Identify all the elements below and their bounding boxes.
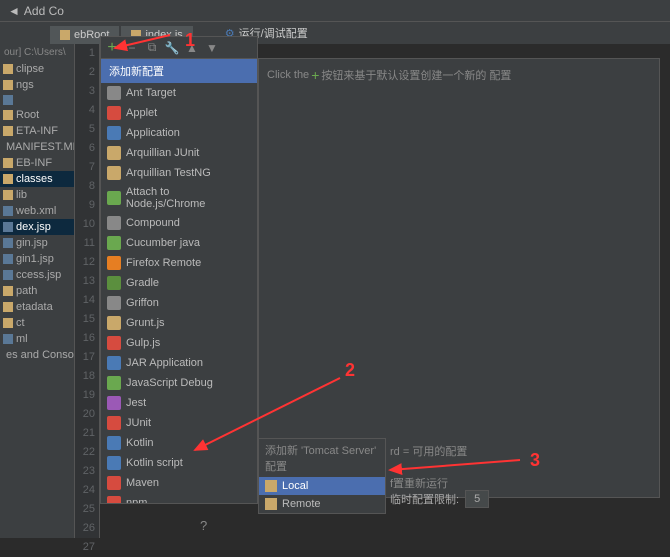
panel-toolbar: + − ⧉ 🔧 ▲ ▼ [101, 37, 257, 59]
config-item[interactable]: Maven [101, 473, 257, 493]
proj-item[interactable]: ml [0, 331, 74, 347]
panel-header: 添加新配置 [101, 59, 257, 83]
config-item[interactable]: Compound [101, 213, 257, 233]
wrench-icon[interactable]: 🔧 [165, 41, 179, 55]
config-item[interactable]: JAR Application [101, 353, 257, 373]
info-line-2: f置重新运行 [390, 475, 467, 491]
config-item[interactable]: Application [101, 123, 257, 143]
proj-item[interactable]: ETA-INF [0, 123, 74, 139]
tomcat-submenu: 添加新 'Tomcat Server' 配置 Local Remote [258, 438, 386, 514]
config-item[interactable]: Grunt.js [101, 313, 257, 333]
temp-config-limit: 临时配置限制: 5 [390, 490, 489, 508]
config-item[interactable]: JavaScript Debug [101, 373, 257, 393]
submenu-remote[interactable]: Remote [259, 495, 385, 513]
config-item[interactable]: Gradle [101, 273, 257, 293]
config-item[interactable]: npm [101, 493, 257, 503]
breadcrumb: our] C:\Users\ [0, 44, 74, 61]
config-item[interactable]: Attach to Node.js/Chrome [101, 183, 257, 213]
submenu-title: 添加新 'Tomcat Server' 配置 [259, 439, 385, 477]
proj-item[interactable] [0, 93, 74, 107]
config-item[interactable]: Firefox Remote [101, 253, 257, 273]
proj-item[interactable]: Root [0, 107, 74, 123]
limit-value[interactable]: 5 [465, 490, 489, 508]
down-icon[interactable]: ▼ [205, 41, 219, 55]
plus-icon: + [311, 67, 319, 83]
config-item[interactable]: Griffon [101, 293, 257, 313]
proj-item[interactable]: ct [0, 315, 74, 331]
config-item[interactable]: Jest [101, 393, 257, 413]
info-line-1: rd = 可用的配置 [390, 443, 467, 459]
config-item[interactable]: Applet [101, 103, 257, 123]
add-config-text[interactable]: Add Co [24, 4, 64, 18]
copy-icon[interactable]: ⧉ [145, 41, 159, 55]
proj-item[interactable]: path [0, 283, 74, 299]
project-sidebar: our] C:\Users\ clipsengs RootETA-INFMANIF… [0, 44, 75, 538]
config-item[interactable]: Ant Target [101, 83, 257, 103]
run-config-dropdown: + − ⧉ 🔧 ▲ ▼ 添加新配置 Ant TargetAppletApplic… [100, 36, 258, 504]
remove-icon[interactable]: − [125, 41, 139, 55]
submenu-local[interactable]: Local [259, 477, 385, 495]
proj-item[interactable]: etadata [0, 299, 74, 315]
proj-item[interactable]: web.xml [0, 203, 74, 219]
config-item[interactable]: JUnit [101, 413, 257, 433]
config-item[interactable]: Gulp.js [101, 333, 257, 353]
right-hint-panel: Click the + 按钮来基于默认设置创建一个新的 配置 [258, 58, 660, 498]
top-toolbar: ◄ Add Co [0, 0, 670, 22]
proj-item[interactable]: dex.jsp [0, 219, 74, 235]
up-icon[interactable]: ▲ [185, 41, 199, 55]
proj-item[interactable]: lib [0, 187, 74, 203]
proj-item[interactable]: MANIFEST.MF [0, 139, 74, 155]
config-item[interactable]: Kotlin [101, 433, 257, 453]
proj-item[interactable]: ccess.jsp [0, 267, 74, 283]
hint-text: Click the + 按钮来基于默认设置创建一个新的 配置 [267, 67, 651, 83]
proj-item[interactable]: gin.jsp [0, 235, 74, 251]
help-icon[interactable]: ? [200, 518, 207, 533]
proj-item[interactable]: EB-INF [0, 155, 74, 171]
config-list: Ant TargetAppletApplicationArquillian JU… [101, 83, 257, 503]
back-icon[interactable]: ◄ [8, 4, 20, 18]
proj-item[interactable]: gin1.jsp [0, 251, 74, 267]
add-icon[interactable]: + [105, 41, 119, 55]
proj-item[interactable]: ngs [0, 77, 74, 93]
config-item[interactable]: Kotlin script [101, 453, 257, 473]
proj-item[interactable]: clipse [0, 61, 74, 77]
config-item[interactable]: Arquillian TestNG [101, 163, 257, 183]
line-gutter: 1234567891011121314151617181920212223242… [75, 44, 100, 538]
proj-item[interactable]: classes [0, 171, 74, 187]
proj-item[interactable]: es and Consoles [0, 347, 74, 363]
config-item[interactable]: Cucumber java [101, 233, 257, 253]
config-item[interactable]: Arquillian JUnit [101, 143, 257, 163]
bottom-info: rd = 可用的配置 f置重新运行 [390, 440, 467, 494]
